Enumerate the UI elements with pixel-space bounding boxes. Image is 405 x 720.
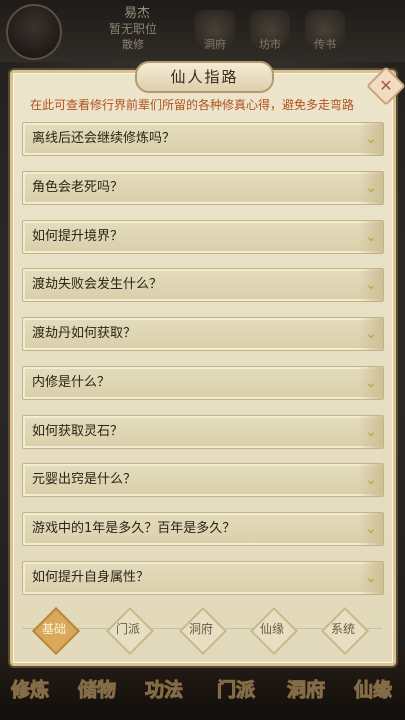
chevron-down-icon: ⌄ [359,172,383,204]
tab-sect-guide[interactable]: 门派 [105,606,155,656]
dialog-title: 仙人指路 [135,61,274,93]
faq-item[interactable]: 渡劫失败会发生什么？ ⌄ [22,268,384,302]
faq-question: 如何提升自身属性？ [32,570,150,585]
chevron-down-icon: ⌄ [359,318,383,350]
faq-item[interactable]: 如何获取灵石？ ⌄ [22,415,384,449]
faq-question: 渡劫丹如何获取？ [32,326,137,341]
faq-item[interactable]: 元婴出窍是什么？ ⌄ [22,463,384,497]
chevron-down-icon: ⌄ [359,221,383,253]
faq-question: 离线后还会继续修炼吗？ [32,131,176,146]
tab-cave-guide[interactable]: 洞府 [178,606,228,656]
faq-item[interactable]: 内修是什么？ ⌄ [22,366,384,400]
chevron-down-icon: ⌄ [359,464,383,496]
faq-item[interactable]: 如何提升境界？ ⌄ [22,220,384,254]
faq-question: 游戏中的1年是多久？百年是多久？ [32,521,236,536]
faq-question: 角色会老死吗？ [32,180,124,195]
faq-item[interactable]: 离线后还会继续修炼吗？ ⌄ [22,122,384,156]
faq-item[interactable]: 游戏中的1年是多久？百年是多久？ ⌄ [22,512,384,546]
faq-item[interactable]: 渡劫丹如何获取？ ⌄ [22,317,384,351]
tab-basics[interactable]: 基础 [31,606,81,656]
faq-question: 如何提升境界？ [32,229,124,244]
chevron-down-icon: ⌄ [359,416,383,448]
tab-system-guide[interactable]: 系统 [320,606,370,656]
category-label: 仙缘 [259,622,284,636]
faq-question: 元婴出窍是什么？ [32,472,137,487]
category-label: 洞府 [188,622,213,636]
faq-item[interactable]: 角色会老死吗？ ⌄ [22,171,384,205]
close-icon: ✕ [379,76,393,95]
faq-question: 如何获取灵石？ [32,424,124,439]
chevron-down-icon: ⌄ [359,513,383,545]
chevron-down-icon: ⌄ [359,269,383,301]
tab-fate-guide[interactable]: 仙缘 [249,606,299,656]
category-label: 基础 [41,622,66,636]
chevron-down-icon: ⌄ [359,123,383,155]
faq-question: 渡劫失败会发生什么？ [32,277,163,292]
chevron-down-icon: ⌄ [359,367,383,399]
faq-item[interactable]: 如何提升自身属性？ ⌄ [22,561,384,595]
dialog-description: 在此可查看修行界前辈们所留的各种修真心得，避免多走弯路 [30,98,355,112]
category-label: 系统 [330,622,355,636]
category-label: 门派 [115,622,140,636]
chevron-down-icon: ⌄ [359,562,383,594]
faq-question: 内修是什么？ [32,375,111,390]
